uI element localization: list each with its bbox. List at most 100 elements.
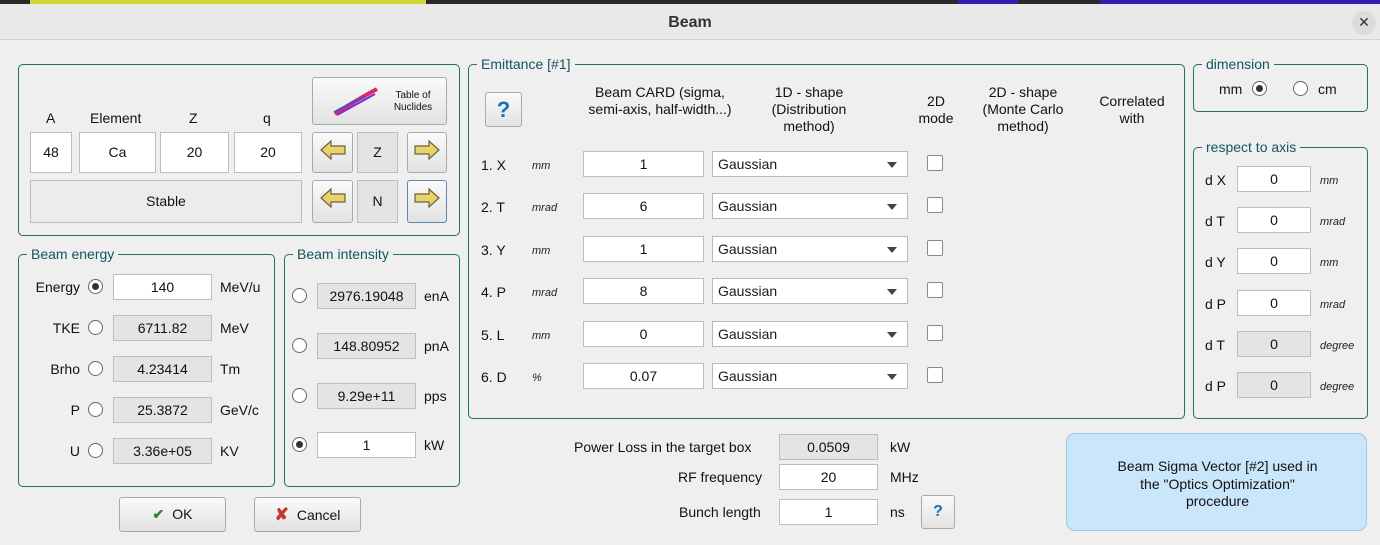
energy-mode-radio[interactable] (88, 279, 103, 294)
shape-1d-select[interactable]: Gaussian (712, 151, 908, 177)
intensity-unit: enA (424, 288, 449, 304)
energy-mode-radio[interactable] (88, 443, 103, 458)
dimension-cm-radio[interactable] (1293, 81, 1308, 96)
n-previous-button[interactable] (312, 180, 353, 223)
mass-number-input[interactable]: 48 (30, 132, 72, 173)
axis-offset-input[interactable]: 0 (1237, 166, 1311, 192)
emittance-row-label: 5. L (481, 326, 505, 343)
mode-2d-checkbox[interactable] (927, 282, 943, 299)
emittance-row-label: 3. Y (481, 241, 506, 258)
table-of-nuclides-button[interactable]: Table of Nuclides (312, 77, 447, 125)
ok-button[interactable]: ✔ OK (119, 497, 226, 532)
intensity-value-field[interactable]: 1 (317, 432, 416, 458)
intensity-mode-radio[interactable] (292, 338, 307, 353)
dimension-legend: dimension (1206, 56, 1270, 72)
axis-offset-unit: degree (1320, 339, 1355, 352)
close-button[interactable]: ✕ (1352, 11, 1376, 35)
energy-mode-radio[interactable] (88, 361, 103, 376)
shape-1d-value: Gaussian (718, 325, 778, 342)
z-previous-button[interactable] (312, 132, 353, 173)
axis-offset-label: d P (1205, 378, 1227, 394)
energy-unit: KV (220, 443, 239, 459)
z-input[interactable]: 20 (160, 132, 229, 173)
axis-offset-unit: mrad (1320, 216, 1346, 229)
emittance-help-button[interactable]: ? (485, 92, 522, 127)
beam-sigma-vector-button[interactable]: Beam Sigma Vector [#2] used in the "Opti… (1066, 433, 1367, 531)
energy-unit: Tm (220, 361, 241, 377)
shape-1d-select[interactable]: Gaussian (712, 278, 908, 305)
cancel-label: Cancel (296, 507, 341, 523)
beam-card-input[interactable]: 6 (583, 193, 704, 220)
axis-offset-unit: degree (1320, 381, 1355, 393)
intensity-mode-radio[interactable] (292, 288, 307, 303)
mode-2d-checkbox[interactable] (927, 197, 943, 214)
chevron-down-icon (887, 374, 897, 380)
beam-card-input[interactable]: 1 (583, 235, 704, 262)
cancel-button[interactable]: ✘ Cancel (254, 497, 361, 532)
n-next-button[interactable] (407, 180, 447, 223)
emittance-row-label: 1. X (481, 157, 506, 173)
z-nav-label: Z (357, 132, 398, 173)
energy-value-field: 6711.82 (113, 315, 212, 341)
beam-card-input[interactable]: 8 (583, 278, 704, 305)
dimension-cm-label: cm (1318, 81, 1337, 97)
emittance-row-unit: mrad (532, 202, 558, 215)
dimension-mm-radio[interactable] (1252, 81, 1267, 96)
beam-card-input[interactable]: 0.07 (583, 363, 704, 389)
axis-offset-input[interactable]: 0 (1237, 289, 1311, 316)
mode-2d-checkbox[interactable] (927, 367, 943, 383)
axis-offset-label: d Y (1205, 254, 1226, 271)
ok-label: OK (172, 506, 193, 522)
charge-input[interactable]: 20 (234, 132, 302, 173)
question-mark-icon: ? (496, 97, 511, 122)
power-loss-label: Power Loss in the target box (574, 439, 752, 455)
mode-2d-checkbox[interactable] (927, 239, 943, 256)
shape-1d-select[interactable]: Gaussian (712, 320, 908, 347)
rf-frequency-input[interactable]: 20 (779, 464, 878, 490)
shape-1d-select[interactable]: Gaussian (712, 235, 908, 262)
intensity-unit: pps (424, 388, 447, 404)
energy-unit: MeV/u (220, 279, 261, 295)
energy-value-field: 25.3872 (113, 397, 212, 423)
header-a: A (46, 110, 56, 126)
emittance-row-unit: mrad (532, 287, 558, 300)
energy-mode-radio[interactable] (88, 320, 103, 335)
shape-1d-value: Gaussian (718, 240, 778, 257)
emittance-row-unit: mm (532, 160, 551, 172)
axis-offset-input[interactable]: 0 (1237, 207, 1311, 234)
beam-card-input[interactable]: 0 (583, 320, 704, 347)
shape-1d-value: Gaussian (718, 368, 778, 384)
beam-intensity-legend: Beam intensity (297, 246, 389, 262)
shape-1d-select[interactable]: Gaussian (712, 193, 908, 220)
shape-1d-header: 1D - shape (Distribution method) (771, 84, 847, 134)
shape-2d-header: 2D - shape (Monte Carlo method) (982, 84, 1064, 134)
power-loss-value: 0.0509 (779, 434, 878, 460)
element-input[interactable]: Ca (79, 132, 156, 173)
axis-offset-label: d T (1205, 213, 1225, 230)
bunch-help-button[interactable]: ? (921, 495, 955, 529)
z-next-button[interactable] (407, 132, 447, 173)
intensity-unit: kW (424, 437, 445, 453)
arrow-left-icon (319, 139, 346, 161)
mode-2d-checkbox[interactable] (927, 155, 943, 171)
shape-1d-select[interactable]: Gaussian (712, 363, 908, 389)
energy-value-field[interactable]: 140 (113, 274, 212, 300)
energy-row-label: Brho (50, 361, 80, 377)
emittance-legend: Emittance [#1] (481, 56, 571, 72)
chevron-down-icon (887, 246, 897, 253)
axis-offset-unit: mm (1320, 175, 1339, 187)
mode-2d-checkbox[interactable] (927, 324, 943, 341)
intensity-mode-radio[interactable] (292, 388, 307, 403)
axis-offset-input[interactable]: 0 (1237, 248, 1311, 275)
energy-unit: GeV/c (220, 402, 259, 418)
header-q: q (263, 110, 271, 126)
question-mark-icon: ? (933, 503, 943, 520)
arrow-right-icon (414, 139, 440, 161)
intensity-mode-radio[interactable] (292, 437, 307, 452)
arrow-left-icon (319, 187, 346, 209)
energy-mode-radio[interactable] (88, 402, 103, 417)
bunch-length-input[interactable]: 1 (779, 499, 878, 525)
beam-card-input[interactable]: 1 (583, 151, 704, 177)
dimension-mm-label: mm (1219, 81, 1243, 97)
axis-offset-unit: mrad (1320, 298, 1346, 311)
